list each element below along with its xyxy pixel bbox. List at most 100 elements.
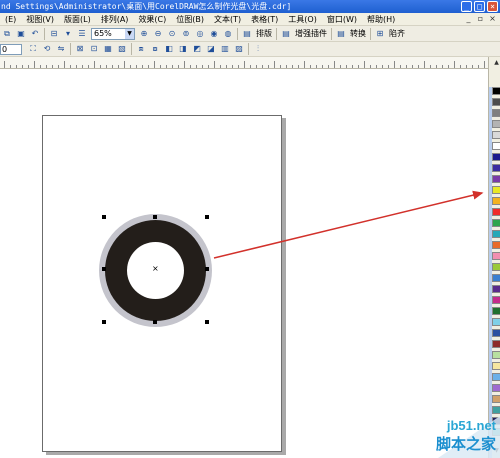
launch-icon[interactable]: ⊟ <box>48 28 60 40</box>
color-swatch[interactable] <box>492 340 500 348</box>
color-swatch[interactable] <box>492 87 500 95</box>
doc-restore-button[interactable]: ▫ <box>476 14 485 23</box>
color-swatch[interactable] <box>492 384 500 392</box>
doc-close-button[interactable]: × <box>488 14 497 23</box>
align-button-label[interactable]: 陷齐 <box>387 28 407 39</box>
color-swatch[interactable] <box>492 307 500 315</box>
selection-handle-top-left[interactable] <box>102 215 106 219</box>
minimize-button[interactable]: _ <box>461 1 472 12</box>
color-swatch[interactable] <box>492 164 500 172</box>
align-icon[interactable]: ⊞ <box>374 28 386 40</box>
simplify-icon[interactable]: ◩ <box>191 43 203 55</box>
lock-ratio-icon[interactable]: ⛶ <box>27 43 39 55</box>
break-apart-icon[interactable]: ▧ <box>116 43 128 55</box>
color-swatch[interactable] <box>492 142 500 150</box>
color-swatch[interactable] <box>492 362 500 370</box>
back-minus-front-icon[interactable]: ▥ <box>219 43 231 55</box>
color-swatch[interactable] <box>492 329 500 337</box>
menu-text[interactable]: 文本(T) <box>209 13 246 26</box>
maximize-button[interactable]: □ <box>474 1 485 12</box>
zoom-level-select[interactable]: 65% ▼ <box>91 27 135 40</box>
menu-arrange[interactable]: 排列(A) <box>96 13 134 26</box>
menu-window[interactable]: 窗口(W) <box>322 13 362 26</box>
weld-icon[interactable]: ⊡ <box>88 43 100 55</box>
ruler-tick <box>46 65 47 68</box>
color-swatch[interactable] <box>492 186 500 194</box>
ungroup-icon[interactable]: ⧇ <box>149 43 161 55</box>
zoom-width-icon[interactable]: ◉ <box>208 28 220 40</box>
color-swatch[interactable] <box>492 197 500 205</box>
convert-button-label[interactable]: 转换 <box>348 28 368 39</box>
color-swatch[interactable] <box>492 230 500 238</box>
color-swatch[interactable] <box>492 109 500 117</box>
selection-handle-bottom[interactable] <box>153 320 157 324</box>
plugin-icon[interactable]: ▤ <box>280 28 292 40</box>
color-swatch[interactable] <box>492 296 500 304</box>
group-icon[interactable]: ⧈ <box>135 43 147 55</box>
x-position-field[interactable]: 0 <box>0 43 22 55</box>
color-swatch[interactable] <box>492 274 500 282</box>
menu-bitmaps[interactable]: 位图(B) <box>171 13 209 26</box>
selection-handle-left[interactable] <box>102 267 106 271</box>
options-icon[interactable]: ☰ <box>76 28 88 40</box>
layout-button-label[interactable]: 排版 <box>254 28 274 39</box>
close-button[interactable]: × <box>487 1 498 12</box>
enhance-plugin-button-label[interactable]: 增强插件 <box>293 28 329 39</box>
layout-icon[interactable]: ▤ <box>241 28 253 40</box>
color-swatch[interactable] <box>492 318 500 326</box>
intersect-icon[interactable]: ◨ <box>177 43 189 55</box>
trim-icon[interactable]: ◧ <box>163 43 175 55</box>
color-swatch[interactable] <box>492 241 500 249</box>
doc-minimize-button[interactable]: _ <box>464 14 473 23</box>
boundary-icon[interactable]: ▨ <box>233 43 245 55</box>
selection-handle-bottom-right[interactable] <box>205 320 209 324</box>
color-swatch[interactable] <box>492 351 500 359</box>
color-swatch[interactable] <box>492 175 500 183</box>
color-swatch[interactable] <box>492 406 500 414</box>
color-swatch[interactable] <box>492 373 500 381</box>
print-icon[interactable]: ▣ <box>15 28 27 40</box>
color-swatch[interactable] <box>492 120 500 128</box>
front-minus-back-icon[interactable]: ◪ <box>205 43 217 55</box>
zoom-page-icon[interactable]: ◎ <box>194 28 206 40</box>
selection-handle-right[interactable] <box>205 267 209 271</box>
color-swatch[interactable] <box>492 285 500 293</box>
menu-view[interactable]: 视图(V) <box>21 13 59 26</box>
color-swatch[interactable] <box>492 153 500 161</box>
color-swatch[interactable] <box>492 395 500 403</box>
convert-icon[interactable]: ▤ <box>335 28 347 40</box>
color-swatch[interactable] <box>492 252 500 260</box>
zoom-out-icon[interactable]: ⊖ <box>152 28 164 40</box>
chevron-down-icon[interactable]: ▼ <box>125 28 134 39</box>
selection-handle-bottom-left[interactable] <box>102 320 106 324</box>
menu-edit[interactable]: (E) <box>0 13 21 26</box>
color-swatch[interactable] <box>492 219 500 227</box>
menu-layout[interactable]: 版面(L) <box>59 13 96 26</box>
copy-icon[interactable]: ⧉ <box>1 28 13 40</box>
palette-scroll-up-icon[interactable]: ▲ <box>492 59 500 67</box>
wrap-icon[interactable]: ⊠ <box>74 43 86 55</box>
menu-effects[interactable]: 效果(C) <box>133 13 171 26</box>
menu-help[interactable]: 帮助(H) <box>362 13 400 26</box>
combine-icon[interactable]: ▦ <box>102 43 114 55</box>
undo-icon[interactable]: ↶ <box>29 28 41 40</box>
menu-tools[interactable]: 工具(O) <box>283 13 322 26</box>
color-swatch[interactable] <box>492 208 500 216</box>
color-swatch[interactable] <box>492 263 500 271</box>
menu-table[interactable]: 表格(T) <box>246 13 283 26</box>
selection-handle-top-right[interactable] <box>205 215 209 219</box>
selection-handle-top[interactable] <box>153 215 157 219</box>
rotate-icon[interactable]: ⟲ <box>41 43 53 55</box>
ruler-tick <box>466 65 467 68</box>
ruler-tick <box>316 65 317 68</box>
color-swatch[interactable] <box>492 98 500 106</box>
zoom-in-icon[interactable]: ⊕ <box>138 28 150 40</box>
zoom-height-icon[interactable]: ◍ <box>222 28 234 40</box>
align-distribute-icon[interactable]: ⫶ <box>252 43 264 55</box>
dropdown-icon[interactable]: ▾ <box>62 28 74 40</box>
zoom-all-icon[interactable]: ⊚ <box>180 28 192 40</box>
rotation-center-mark[interactable]: × <box>152 265 159 273</box>
zoom-selected-icon[interactable]: ⊙ <box>166 28 178 40</box>
color-swatch[interactable] <box>492 131 500 139</box>
mirror-icon[interactable]: ⇋ <box>55 43 67 55</box>
